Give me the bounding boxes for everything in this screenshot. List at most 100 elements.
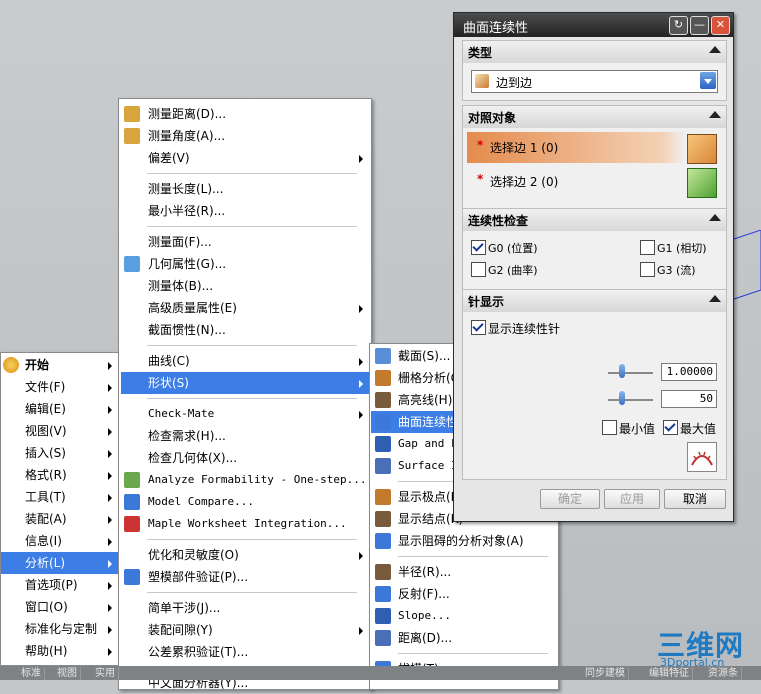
shape-menu-item[interactable]: 反射(F)... bbox=[371, 583, 557, 605]
reset-icon[interactable]: ↻ bbox=[669, 16, 688, 35]
min-checkbox[interactable] bbox=[602, 420, 617, 435]
select-edge-2-label[interactable]: 选择边 2 (0) bbox=[490, 173, 558, 190]
main-menu-item[interactable]: 视图(V) bbox=[1, 420, 118, 442]
submenu-arrow-icon bbox=[108, 384, 112, 392]
menu-separator bbox=[398, 653, 548, 654]
analysis-menu-item[interactable]: 塑模部件验证(P)... bbox=[121, 566, 369, 588]
g1-checkbox[interactable] bbox=[640, 240, 655, 255]
close-icon[interactable]: ✕ bbox=[711, 16, 730, 35]
shape-menu-item[interactable]: 半径(R)... bbox=[371, 561, 557, 583]
analysis-menu-item[interactable]: Analyze Formability - One-step... bbox=[121, 469, 369, 491]
select-edge-2-icon[interactable] bbox=[687, 168, 717, 198]
needle-plot-icon[interactable] bbox=[687, 442, 717, 472]
analysis-menu-item[interactable]: 最小半径(R)... bbox=[121, 200, 369, 222]
select-edge-1-icon[interactable] bbox=[687, 134, 717, 164]
main-menu-item[interactable]: 信息(I) bbox=[1, 530, 118, 552]
analysis-menu-label: 偏差(V) bbox=[148, 151, 190, 165]
analysis-menu-item[interactable]: 装配间隙(Y) bbox=[121, 619, 369, 641]
analysis-menu-label: 测量长度(L)... bbox=[148, 182, 224, 196]
analysis-menu-item[interactable]: 偏差(V) bbox=[121, 147, 369, 169]
minimize-icon[interactable]: — bbox=[690, 16, 709, 35]
type-section-header[interactable]: 类型 bbox=[462, 40, 727, 64]
scale-input[interactable]: 1.00000 bbox=[661, 363, 717, 381]
scale-slider[interactable] bbox=[608, 372, 653, 374]
analysis-menu-item[interactable]: Check-Mate bbox=[121, 403, 369, 425]
analysis-menu-item[interactable]: 形状(S) bbox=[121, 372, 369, 394]
menu-item-icon bbox=[375, 392, 391, 408]
analysis-menu-item[interactable]: 曲线(C) bbox=[121, 350, 369, 372]
resource-bar-tab[interactable]: 实用 bbox=[92, 667, 119, 680]
continuity-section-header[interactable]: 连续性检查 bbox=[462, 208, 727, 232]
main-menu-item[interactable]: 标准化与定制 bbox=[1, 618, 118, 640]
main-menu-item[interactable]: 文件(F) bbox=[1, 376, 118, 398]
menu-separator bbox=[147, 398, 357, 399]
main-menu-item[interactable]: 分析(L) bbox=[1, 552, 118, 574]
needle-section-header[interactable]: 针显示 bbox=[462, 289, 727, 313]
collapse-icon[interactable] bbox=[709, 111, 721, 118]
main-menu-item[interactable]: 首选项(P) bbox=[1, 574, 118, 596]
show-needle-checkbox[interactable] bbox=[471, 320, 486, 335]
density-input[interactable]: 50 bbox=[661, 390, 717, 408]
analysis-menu-item[interactable]: 测量距离(D)... bbox=[121, 103, 369, 125]
collapse-icon[interactable] bbox=[709, 46, 721, 53]
resource-bar-tab[interactable]: 标准 bbox=[18, 667, 45, 680]
analysis-menu-item[interactable]: 检查需求(H)... bbox=[121, 425, 369, 447]
menu-item-icon bbox=[124, 472, 140, 488]
dialog-titlebar[interactable]: 曲面连续性 ↻ — ✕ bbox=[454, 13, 733, 37]
density-slider[interactable] bbox=[608, 399, 653, 401]
analysis-menu-item[interactable]: 截面惯性(N)... bbox=[121, 319, 369, 341]
main-menu-item[interactable]: 装配(A) bbox=[1, 508, 118, 530]
analysis-menu-item[interactable]: Maple Worksheet Integration... bbox=[121, 513, 369, 535]
density-slider-handle[interactable] bbox=[619, 391, 625, 405]
main-menu-item[interactable]: 插入(S) bbox=[1, 442, 118, 464]
main-menu-item[interactable]: 格式(R) bbox=[1, 464, 118, 486]
g3-checkbox[interactable] bbox=[640, 262, 655, 277]
resource-bar-tab[interactable]: 同步建模 bbox=[582, 667, 629, 680]
main-menu-item[interactable]: 工具(T) bbox=[1, 486, 118, 508]
shape-menu-item[interactable]: 距离(D)... bbox=[371, 627, 557, 649]
main-menu-item[interactable]: 窗口(O) bbox=[1, 596, 118, 618]
type-dropdown[interactable]: 边到边 bbox=[471, 70, 718, 93]
main-menu-item[interactable]: 帮助(H) bbox=[1, 640, 118, 662]
reference-panel: * 选择边 1 (0) * 选择边 2 (0) bbox=[462, 128, 727, 216]
reference-section-header[interactable]: 对照对象 bbox=[462, 105, 727, 129]
submenu-arrow-icon bbox=[359, 305, 363, 313]
analysis-menu-item[interactable]: 测量长度(L)... bbox=[121, 178, 369, 200]
submenu-arrow-icon bbox=[108, 626, 112, 634]
menu-item-icon bbox=[375, 370, 391, 386]
analysis-menu-item[interactable]: 测量体(B)... bbox=[121, 275, 369, 297]
analysis-menu-label: 测量距离(D)... bbox=[148, 107, 227, 121]
main-menu-item[interactable]: 开始 bbox=[1, 354, 118, 376]
main-menu-label: 分析(L) bbox=[25, 556, 66, 570]
g0-checkbox[interactable] bbox=[471, 240, 486, 255]
needle-panel: 显示连续性针 1.00000 50 最小值 最大值 bbox=[462, 312, 727, 480]
resource-bar-tab[interactable]: 视图 bbox=[54, 667, 81, 680]
analysis-menu-label: 优化和灵敏度(O) bbox=[148, 548, 239, 562]
cancel-button[interactable]: 取消 bbox=[664, 489, 726, 509]
ok-button[interactable]: 确定 bbox=[540, 489, 600, 509]
collapse-icon[interactable] bbox=[709, 295, 721, 302]
main-menu-item[interactable]: 编辑(E) bbox=[1, 398, 118, 420]
main-menu-label: 信息(I) bbox=[25, 534, 62, 548]
analysis-menu-label: Analyze Formability - One-step... bbox=[148, 473, 367, 486]
analysis-menu-item[interactable]: 简单干涉(J)... bbox=[121, 597, 369, 619]
shape-menu-item[interactable]: Slope... bbox=[371, 605, 557, 627]
collapse-icon[interactable] bbox=[709, 214, 721, 221]
apply-button[interactable]: 应用 bbox=[604, 489, 660, 509]
analysis-menu-label: 塑模部件验证(P)... bbox=[148, 570, 249, 584]
analysis-menu-item[interactable]: 测量角度(A)... bbox=[121, 125, 369, 147]
analysis-menu-item[interactable]: 测量面(F)... bbox=[121, 231, 369, 253]
analysis-menu-item[interactable]: 优化和灵敏度(O) bbox=[121, 544, 369, 566]
watermark-url: 3Dportal.cn bbox=[660, 656, 725, 669]
max-checkbox[interactable] bbox=[663, 420, 678, 435]
scale-slider-handle[interactable] bbox=[619, 364, 625, 378]
analysis-menu-item[interactable]: 高级质量属性(E) bbox=[121, 297, 369, 319]
analysis-menu-label: 测量体(B)... bbox=[148, 279, 214, 293]
analysis-menu-item[interactable]: Model Compare... bbox=[121, 491, 369, 513]
analysis-menu-label: 截面惯性(N)... bbox=[148, 323, 226, 337]
shape-menu-item[interactable]: 显示阻碍的分析对象(A) bbox=[371, 530, 557, 552]
analysis-menu-item[interactable]: 公差累积验证(T)... bbox=[121, 641, 369, 663]
analysis-menu-item[interactable]: 几何属性(G)... bbox=[121, 253, 369, 275]
g2-checkbox[interactable] bbox=[471, 262, 486, 277]
analysis-menu-item[interactable]: 检查几何体(X)... bbox=[121, 447, 369, 469]
